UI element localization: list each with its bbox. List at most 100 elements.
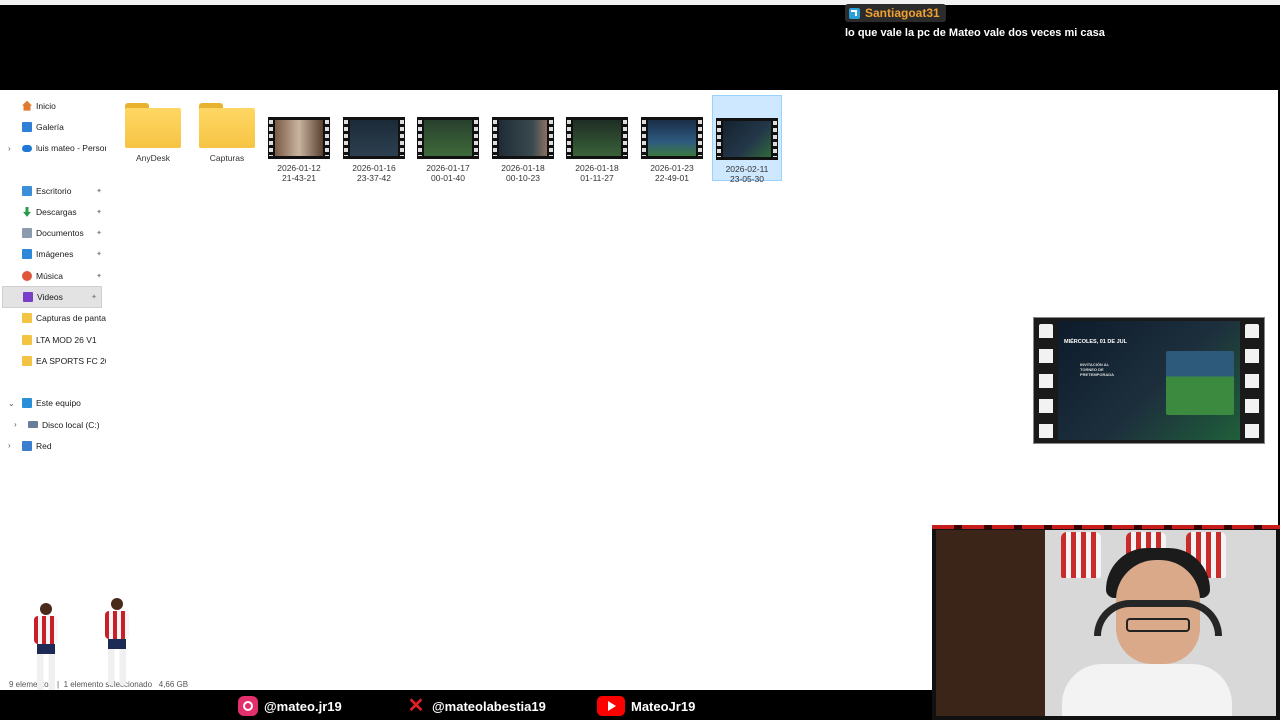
sidebar-item-label: Inicio (36, 100, 56, 111)
video-item[interactable]: 2026-01-16 23-37-42 (339, 95, 409, 183)
gallery-icon (22, 121, 32, 132)
folder-item[interactable]: AnyDesk (118, 95, 188, 163)
chevron-down-icon[interactable]: ⌄ (8, 399, 15, 408)
video-preview-popup: MIÉRCOLES, 01 DE JUL INVITACIÓN AL TORNE… (1033, 317, 1265, 444)
instagram-handle: @mateo.jr19 (238, 696, 342, 716)
video-thumbnail (641, 117, 703, 159)
sidebar-item-ea-sports[interactable]: EA SPORTS FC 26 (0, 350, 106, 371)
video-thumbnail (492, 117, 554, 159)
player-figure (33, 603, 59, 690)
file-time: 01-11-27 (580, 173, 614, 183)
sidebar-item-label: luis mateo - Person (36, 143, 106, 154)
chevron-right-icon[interactable]: › (8, 144, 11, 153)
glasses (1126, 618, 1190, 632)
sidebar-item-label: Disco local (C:) (42, 419, 100, 430)
jersey-decor (1061, 532, 1101, 578)
folder-icon (22, 334, 32, 345)
x-icon: ✕ (407, 695, 425, 717)
sidebar-item-label: Documentos (36, 228, 84, 239)
file-time: 23-05-30 (729, 174, 765, 184)
sidebar-item-escritorio[interactable]: Escritorio ✦ (0, 180, 106, 201)
file-name: AnyDesk (135, 153, 170, 163)
folder-item[interactable]: Capturas (192, 95, 262, 163)
music-icon (22, 270, 32, 281)
film-strip-right (1245, 324, 1259, 439)
video-item[interactable]: 2026-01-12 21-43-21 (264, 95, 334, 183)
x-text: @mateolabestia19 (432, 698, 546, 714)
file-date: 2026-01-18 (501, 163, 545, 173)
video-thumbnail (343, 117, 405, 159)
onedrive-icon (22, 144, 32, 152)
videos-icon (23, 292, 33, 303)
chat-message: Santiagoat31 lo que vale la pc de Mateo … (845, 4, 1105, 39)
video-thumbnail (716, 118, 778, 160)
sidebar-item-label: Galería (36, 121, 64, 132)
player-figure (104, 598, 130, 685)
pin-icon: ✦ (96, 272, 102, 280)
chevron-right-icon[interactable]: › (8, 441, 11, 450)
file-date: 2026-01-12 (277, 163, 321, 173)
folder-icon (22, 313, 32, 324)
preview-title: MIÉRCOLES, 01 DE JUL (1064, 339, 1127, 345)
sidebar-item-descargas[interactable]: Descargas ✦ (0, 201, 106, 222)
sidebar-item-lta-mod[interactable]: LTA MOD 26 V1 (0, 329, 106, 350)
pin-icon: ✦ (96, 187, 102, 195)
video-item-selected[interactable]: 2026-02-11 23-05-30 (712, 95, 782, 184)
sidebar-item-inicio[interactable]: Inicio (0, 95, 106, 116)
file-time: 21-43-21 (281, 173, 317, 183)
sidebar-item-capturas[interactable]: Capturas de pantall (0, 308, 106, 329)
drive-icon (28, 421, 38, 428)
file-date: 2026-01-17 (426, 163, 470, 173)
chat-username: Santiagoat31 (865, 6, 940, 20)
network-icon (22, 440, 32, 451)
preview-subtitle: INVITACIÓN AL TORNEO DE PRETEMPORADA (1080, 362, 1115, 377)
folder-icon (199, 103, 255, 148)
sidebar-item-galeria[interactable]: Galería (0, 116, 106, 137)
video-thumbnail (268, 117, 330, 159)
sidebar-item-onedrive[interactable]: › luis mateo - Person (0, 138, 106, 159)
file-date: 2026-01-23 (650, 163, 694, 173)
sidebar-item-musica[interactable]: Música ✦ (0, 265, 106, 286)
sidebar-item-este-equipo[interactable]: ⌄ Este equipo (0, 393, 106, 414)
youtube-text: MateoJr19 (631, 698, 696, 714)
video-thumbnail (417, 117, 479, 159)
file-date: 2026-01-16 (352, 163, 396, 173)
sidebar-item-label: LTA MOD 26 V1 (36, 334, 97, 345)
video-item[interactable]: 2026-01-23 22-49-01 (637, 95, 707, 183)
chat-user-tag: Santiagoat31 (845, 4, 946, 22)
sidebar-item-label: Escritorio (36, 185, 72, 196)
folder-icon (22, 355, 32, 366)
youtube-handle: MateoJr19 (597, 696, 695, 716)
sidebar-item-imagenes[interactable]: Imágenes ✦ (0, 244, 106, 265)
pin-icon: ✦ (91, 294, 97, 302)
file-time: 00-10-23 (505, 173, 541, 183)
home-icon (22, 100, 32, 111)
pictures-icon (22, 249, 32, 260)
file-time: 00-01-40 (430, 173, 466, 183)
desktop-icon (22, 185, 32, 196)
pin-icon: ✦ (96, 230, 102, 238)
webcam-border-top (932, 525, 1280, 529)
x-handle: ✕ @mateolabestia19 (406, 696, 546, 716)
sidebar-item-documentos[interactable]: Documentos ✦ (0, 222, 106, 243)
pin-icon: ✦ (96, 208, 102, 216)
sidebar-item-disco-local[interactable]: › Disco local (C:) (0, 414, 106, 435)
sidebar-item-videos[interactable]: Videos ✦ (2, 286, 102, 308)
video-item[interactable]: 2026-01-18 01-11-27 (562, 95, 632, 183)
sidebar-item-label: Descargas (36, 206, 77, 217)
file-date: 2026-02-11 (725, 164, 769, 174)
video-item[interactable]: 2026-01-17 00-01-40 (413, 95, 483, 183)
sidebar-item-label: Imágenes (36, 249, 74, 260)
file-date: 2026-01-18 (575, 163, 619, 173)
sidebar-item-label: Videos (37, 292, 63, 303)
sidebar-item-label: Música (36, 270, 63, 281)
sidebar-item-label: Red (36, 440, 52, 451)
instagram-text: @mateo.jr19 (264, 698, 342, 714)
this-pc-icon (22, 398, 32, 409)
video-item[interactable]: 2026-01-18 00-10-23 (488, 95, 558, 183)
film-strip-left (1039, 324, 1053, 439)
sidebar-item-red[interactable]: › Red (0, 435, 106, 456)
sidebar-item-label: Capturas de pantall (36, 313, 106, 324)
chevron-right-icon[interactable]: › (14, 420, 17, 429)
navigation-pane: Inicio Galería › luis mateo - Person Escr… (0, 95, 106, 456)
